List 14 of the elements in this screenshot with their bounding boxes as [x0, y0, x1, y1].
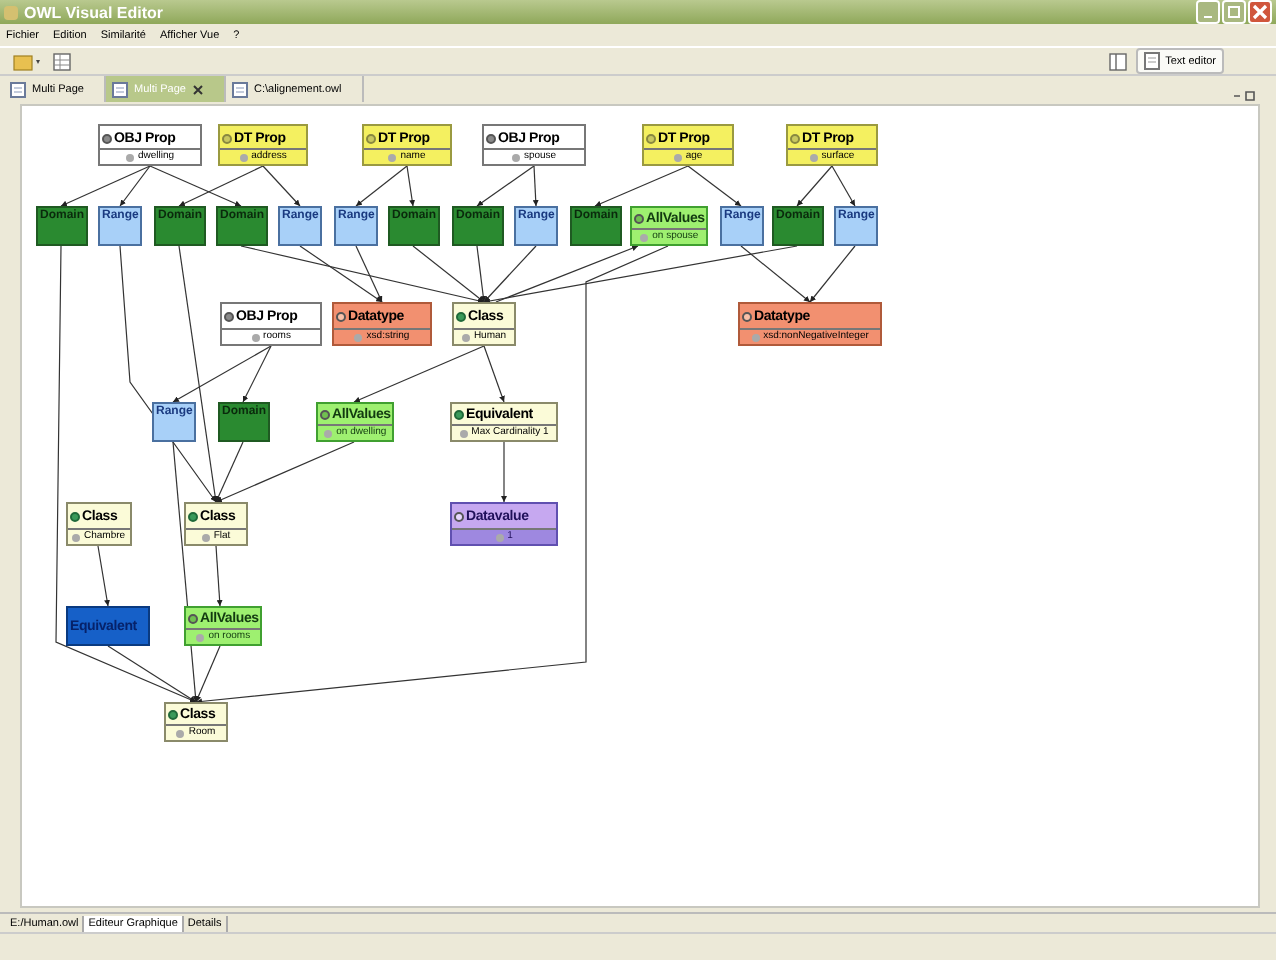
page-icon — [232, 81, 248, 98]
minimize-icon[interactable] — [1232, 90, 1256, 103]
folder-icon[interactable] — [12, 51, 44, 72]
window-title: OWL Visual Editor — [24, 3, 163, 21]
page-icon — [10, 81, 26, 98]
grid-icon[interactable] — [52, 51, 72, 72]
close-button[interactable] — [1248, 0, 1272, 24]
minimize-button[interactable] — [1196, 0, 1220, 24]
page-icon — [112, 81, 128, 98]
document-icon — [1143, 52, 1160, 71]
panel-icon[interactable] — [1107, 51, 1128, 72]
close-icon[interactable] — [192, 83, 204, 96]
app-icon — [4, 5, 18, 19]
maximize-button[interactable] — [1222, 0, 1246, 24]
